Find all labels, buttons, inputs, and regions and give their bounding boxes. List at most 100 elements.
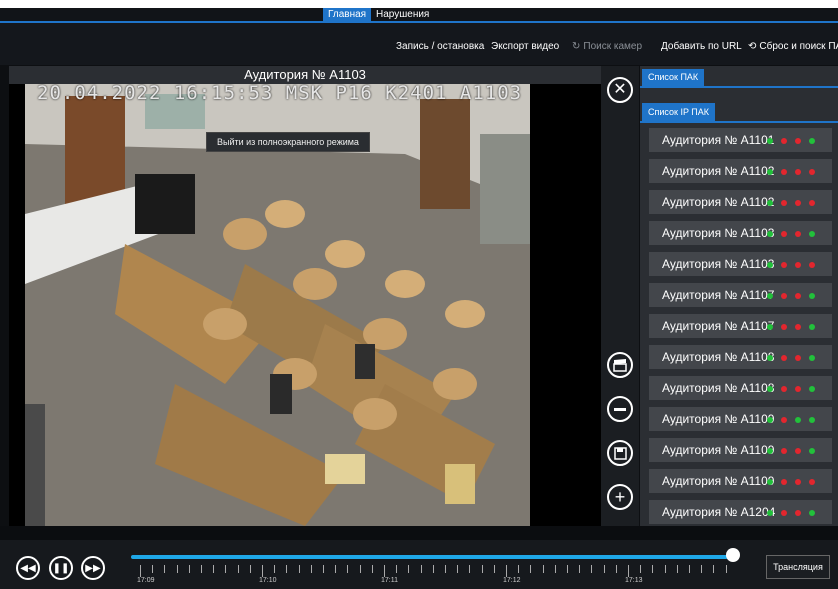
- status-dot-red: [795, 479, 801, 485]
- timeline-progress[interactable]: [131, 555, 728, 559]
- timeline-tick: [164, 565, 166, 573]
- room-list-item[interactable]: Аудитория № А1102: [649, 190, 832, 214]
- room-name: Аудитория № А1107: [662, 319, 775, 333]
- timeline-tick: [298, 565, 300, 573]
- reset-search-button[interactable]: ⟲Сброс и поиск ПАК: [748, 41, 838, 52]
- timeline-tick: [664, 565, 666, 573]
- status-dot-red: [795, 324, 801, 330]
- room-list-item[interactable]: Аудитория № А1108: [649, 376, 832, 400]
- status-dot-green: [767, 138, 773, 144]
- camera-osd: 20.04.2022 16:15:53 MSK P16 K2401 A1103 …: [37, 84, 530, 104]
- video-panel: Аудитория № А1103 20.04.2022 16:15:53 MS…: [9, 66, 601, 526]
- tab-main[interactable]: Главная: [323, 8, 372, 21]
- record-button[interactable]: Запись / остановка: [396, 41, 484, 52]
- tab-violations[interactable]: Нарушения: [371, 8, 434, 21]
- timeline-label: 17:13: [625, 577, 643, 584]
- remove-button[interactable]: [607, 396, 633, 422]
- status-dot-red: [809, 200, 815, 206]
- status-dot-green: [767, 417, 773, 423]
- room-list-item[interactable]: Аудитория № А1109: [649, 469, 832, 493]
- timeline-tick: [176, 565, 178, 573]
- status-dot-green: [809, 138, 815, 144]
- status-dot-green: [809, 355, 815, 361]
- room-name: Аудитория № А1108: [662, 350, 775, 364]
- timeline-tick: [652, 565, 654, 573]
- timeline-tick: [689, 565, 690, 573]
- timeline-tick: [201, 565, 202, 573]
- room-list-item[interactable]: Аудитория № А1109: [649, 438, 832, 462]
- broadcast-button[interactable]: Трансляция: [766, 555, 830, 579]
- timeline-tick: [347, 565, 349, 573]
- timeline-tick: [640, 565, 642, 573]
- timeline-tick: [310, 565, 312, 573]
- timeline-label: 17:12: [503, 577, 521, 584]
- clapper-button[interactable]: [607, 352, 633, 378]
- fast-forward-icon: ▶▶: [85, 562, 101, 574]
- status-dot-red: [795, 448, 801, 454]
- status-dot-red: [781, 262, 787, 268]
- timeline-tick: [335, 565, 337, 573]
- timeline-tick: [225, 565, 227, 573]
- status-dot-green: [809, 324, 815, 330]
- search-cameras-button[interactable]: ↻ Поиск камер: [572, 41, 642, 52]
- room-name: Аудитория № А1103: [662, 257, 775, 271]
- playback-bar: ◀◀ ❚❚ ▶▶ 17:09 17:10 17:11 17:12 17:13 Транс…: [0, 540, 838, 589]
- save-button[interactable]: [607, 440, 633, 466]
- timeline-tick: [140, 565, 141, 577]
- status-dot-red: [795, 169, 801, 175]
- refresh-icon: ↻: [572, 41, 581, 52]
- room-name: Аудитория № А1107: [662, 288, 775, 302]
- status-dot-red: [781, 324, 787, 330]
- room-list-item[interactable]: Аудитория № А1107: [649, 314, 832, 338]
- status-dot-green: [767, 386, 773, 392]
- status-dot-red: [781, 138, 787, 144]
- room-name: Аудитория № А1204: [662, 505, 776, 519]
- pak-panel: Список ПАК Список IP ПАК Аудитория № А11…: [640, 66, 838, 526]
- pause-button[interactable]: ❚❚: [49, 556, 73, 580]
- room-list-item[interactable]: Аудитория № А1109: [649, 407, 832, 431]
- status-dot-red: [809, 479, 815, 485]
- timeline-tick: [481, 565, 483, 573]
- status-dot-green: [809, 448, 815, 454]
- room-list-item[interactable]: Аудитория № А1107: [649, 283, 832, 307]
- clapperboard-icon: [613, 358, 627, 372]
- rewind-button[interactable]: ◀◀: [16, 556, 40, 580]
- status-dot-red: [795, 231, 801, 237]
- timeline-tick: [493, 565, 495, 573]
- timeline-tick: [457, 565, 459, 573]
- status-dot-red: [781, 417, 787, 423]
- status-strip: [0, 526, 838, 540]
- add-button[interactable]: +: [607, 484, 633, 510]
- timeline-tick: [591, 565, 593, 573]
- status-dot-red: [809, 169, 815, 175]
- timeline-tick: [579, 565, 581, 573]
- room-list-item[interactable]: Аудитория № А1204: [649, 500, 832, 524]
- timeline-tick: [371, 565, 373, 573]
- close-button[interactable]: ✕: [607, 77, 633, 103]
- timeline-handle[interactable]: [726, 548, 740, 562]
- room-list-item[interactable]: Аудитория № А1103: [649, 221, 832, 245]
- timeline-tick: [530, 565, 532, 573]
- room-list-item[interactable]: Аудитория № А1108: [649, 345, 832, 369]
- timeline-tick: [469, 565, 471, 573]
- status-dot-red: [795, 262, 801, 268]
- timeline-tick: [518, 565, 520, 573]
- room-list-item[interactable]: Аудитория № А1101: [649, 128, 832, 152]
- status-dot-red: [795, 386, 801, 392]
- timeline-tick: [554, 565, 556, 573]
- timeline-label: 17:09: [137, 577, 155, 584]
- status-dot-red: [795, 138, 801, 144]
- fast-forward-button[interactable]: ▶▶: [81, 556, 105, 580]
- room-list-item[interactable]: Аудитория № А1103: [649, 252, 832, 276]
- tab-ip-pak-list[interactable]: Список IP ПАК: [642, 103, 716, 121]
- status-dot-red: [781, 293, 787, 299]
- main-nav: Главная Нарушения: [0, 8, 838, 21]
- timeline-tick: [676, 565, 678, 573]
- pause-icon: ❚❚: [52, 562, 70, 574]
- export-video-button[interactable]: Экспорт видео: [491, 41, 559, 52]
- tab-pak-list[interactable]: Список ПАК: [642, 69, 705, 86]
- room-list-item[interactable]: Аудитория № А1102: [649, 159, 832, 183]
- add-url-button[interactable]: Добавить по URL: [661, 41, 742, 52]
- side-controls: ✕ +: [601, 66, 639, 526]
- room-name: Аудитория № А1109: [662, 474, 775, 488]
